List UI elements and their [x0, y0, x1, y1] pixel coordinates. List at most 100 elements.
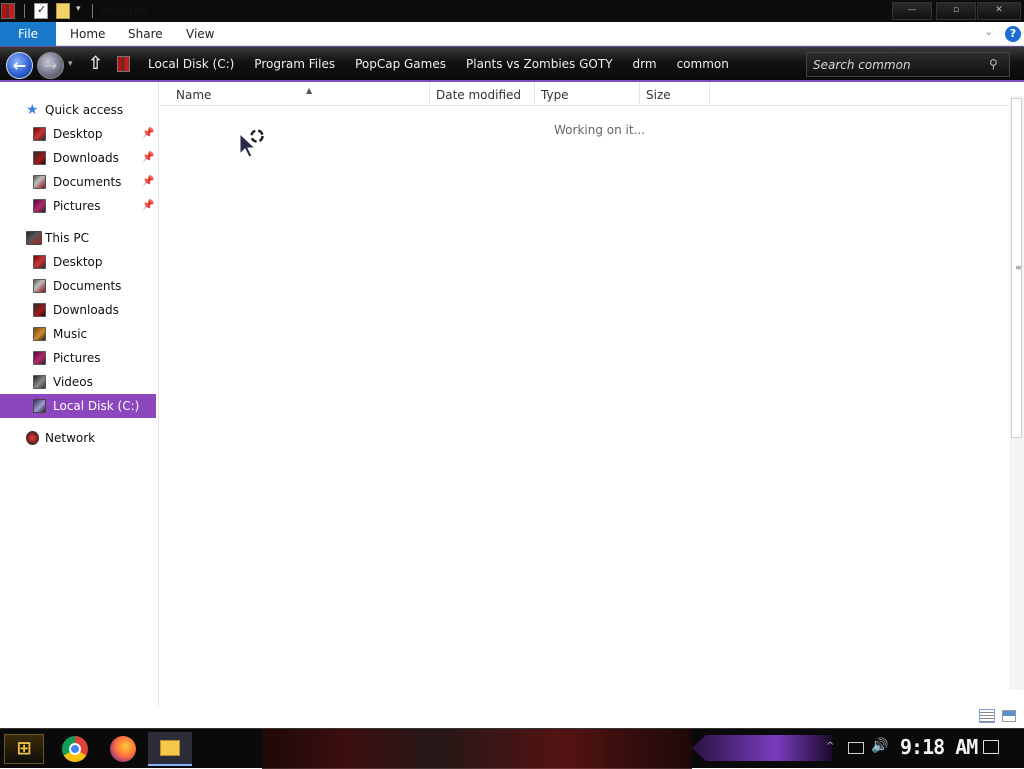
downloads-icon: [33, 303, 46, 317]
downloads-icon: [33, 151, 46, 165]
sidebar-item-network[interactable]: Network: [0, 426, 156, 450]
desktop-icon: [33, 255, 46, 269]
sidebar-item-label: Desktop: [53, 127, 103, 141]
column-label: Name: [176, 88, 212, 102]
new-folder-icon[interactable]: [56, 3, 70, 19]
app-icon[interactable]: [1, 3, 15, 19]
close-button[interactable]: ✕: [977, 2, 1021, 20]
tab-share[interactable]: Share: [114, 22, 177, 46]
sidebar-item-label: This PC: [45, 231, 89, 245]
folder-location-icon: [117, 56, 130, 72]
tab-home[interactable]: Home: [56, 22, 119, 46]
taskbar: ⊞ ^ 🔊 9:18 AM: [0, 728, 1024, 769]
sidebar-item-pc-pictures[interactable]: Pictures: [0, 346, 156, 370]
firefox-icon[interactable]: [110, 736, 136, 762]
sidebar-item-quick-access[interactable]: ★ Quick access: [0, 98, 156, 122]
column-label: Date modified: [436, 88, 522, 102]
maximize-button[interactable]: ▫: [936, 2, 976, 20]
action-center-icon[interactable]: [983, 740, 999, 754]
sidebar-item-label: Documents: [53, 175, 122, 189]
sidebar-item-label: Documents: [53, 279, 122, 293]
file-list-pane[interactable]: Name ▲ Date modified Type Size Working o…: [160, 82, 1009, 706]
star-icon: ★: [26, 102, 39, 118]
large-icons-view-icon[interactable]: [1002, 710, 1016, 722]
titlebar-divider: [24, 4, 25, 18]
sidebar-item-pc-videos[interactable]: Videos: [0, 370, 156, 394]
sidebar-item-label: Videos: [53, 375, 93, 389]
properties-icon[interactable]: [34, 3, 48, 19]
sidebar-item-pc-music[interactable]: Music: [0, 322, 156, 346]
sidebar-item-desktop[interactable]: Desktop 📌: [0, 122, 156, 146]
column-size-header[interactable]: Size: [640, 82, 710, 106]
start-button[interactable]: ⊞: [4, 734, 44, 764]
pin-icon[interactable]: 📌: [142, 122, 154, 146]
network-icon: [26, 431, 39, 445]
navigation-pane: ★ Quick access Desktop 📌 Downloads 📌 Doc…: [0, 82, 159, 706]
file-explorer-taskbar-button[interactable]: [148, 732, 192, 766]
sidebar-item-label: Downloads: [53, 151, 119, 165]
network-status-icon[interactable]: [848, 742, 864, 754]
column-date-header[interactable]: Date modified: [430, 82, 535, 106]
documents-icon: [33, 175, 46, 189]
column-header: Name ▲ Date modified Type Size: [160, 82, 1009, 106]
sidebar-item-label: Downloads: [53, 303, 119, 317]
sidebar-item-this-pc[interactable]: This PC: [0, 226, 156, 250]
pin-icon[interactable]: 📌: [142, 170, 154, 194]
tab-file[interactable]: File: [0, 22, 56, 46]
sidebar-item-documents[interactable]: Documents 📌: [0, 170, 156, 194]
sidebar-item-downloads[interactable]: Downloads 📌: [0, 146, 156, 170]
sidebar-item-label: Pictures: [53, 351, 101, 365]
help-icon[interactable]: ?: [1005, 26, 1021, 42]
taskbar-theme-art: [262, 729, 692, 769]
videos-icon: [33, 375, 46, 389]
column-type-header[interactable]: Type: [535, 82, 640, 106]
breadcrumb-item[interactable]: Program Files: [244, 57, 345, 71]
minimize-button[interactable]: —: [892, 2, 932, 20]
search-input[interactable]: [813, 56, 983, 74]
sidebar-item-pc-downloads[interactable]: Downloads: [0, 298, 156, 322]
sidebar-item-label: Local Disk (C:): [53, 399, 140, 413]
window-title: images: [100, 3, 149, 17]
show-hidden-icons-icon[interactable]: ^: [826, 741, 834, 752]
vertical-scrollbar[interactable]: ≡: [1009, 96, 1024, 690]
breadcrumb: Local Disk (C:) Program Files PopCap Gam…: [138, 47, 739, 81]
sidebar-item-label: Pictures: [53, 199, 101, 213]
busy-cursor-icon: [240, 129, 264, 158]
sidebar-item-pc-desktop[interactable]: Desktop: [0, 250, 156, 274]
tab-view[interactable]: View: [172, 22, 228, 46]
pictures-icon: [33, 199, 46, 213]
disk-icon: [33, 399, 46, 413]
recent-locations-icon[interactable]: ▾: [68, 59, 73, 69]
search-icon[interactable]: ⚲: [989, 57, 998, 71]
file-explorer-icon: [160, 740, 180, 756]
titlebar-divider: [92, 4, 93, 18]
volume-icon[interactable]: 🔊: [871, 738, 888, 754]
forward-button[interactable]: →: [37, 52, 64, 79]
desktop-icon: [33, 127, 46, 141]
sidebar-item-pc-documents[interactable]: Documents: [0, 274, 156, 298]
column-name-header[interactable]: Name ▲: [170, 82, 430, 106]
breadcrumb-item[interactable]: Plants vs Zombies GOTY: [456, 57, 623, 71]
details-view-icon[interactable]: [979, 709, 995, 723]
breadcrumb-item[interactable]: common: [667, 57, 739, 71]
pin-icon[interactable]: 📌: [142, 146, 154, 170]
title-bar: ▾ images — ▫ ✕: [0, 0, 1024, 22]
sidebar-item-pictures[interactable]: Pictures 📌: [0, 194, 156, 218]
pictures-icon: [33, 351, 46, 365]
breadcrumb-item[interactable]: PopCap Games: [345, 57, 456, 71]
chrome-icon[interactable]: [62, 736, 88, 762]
ribbon: File Home Share View ⌄ ?: [0, 22, 1024, 46]
scrollbar-thumb[interactable]: ≡: [1011, 98, 1022, 438]
pin-icon[interactable]: 📌: [142, 194, 154, 218]
sidebar-item-local-disk[interactable]: Local Disk (C:): [0, 394, 156, 418]
breadcrumb-item[interactable]: Local Disk (C:): [138, 57, 244, 71]
taskbar-clock[interactable]: 9:18 AM: [900, 735, 978, 759]
sidebar-item-label: Quick access: [45, 103, 124, 117]
quick-access-toolbar-dropdown-icon[interactable]: ▾: [76, 4, 81, 14]
sort-ascending-icon: ▲: [306, 86, 313, 95]
address-bar: ← → ▾ ⇧ Local Disk (C:) Program Files Po…: [0, 46, 1024, 82]
up-button[interactable]: ⇧: [88, 53, 103, 74]
breadcrumb-item[interactable]: drm: [623, 57, 667, 71]
expand-ribbon-icon[interactable]: ⌄: [984, 25, 993, 38]
back-button[interactable]: ←: [6, 52, 33, 79]
